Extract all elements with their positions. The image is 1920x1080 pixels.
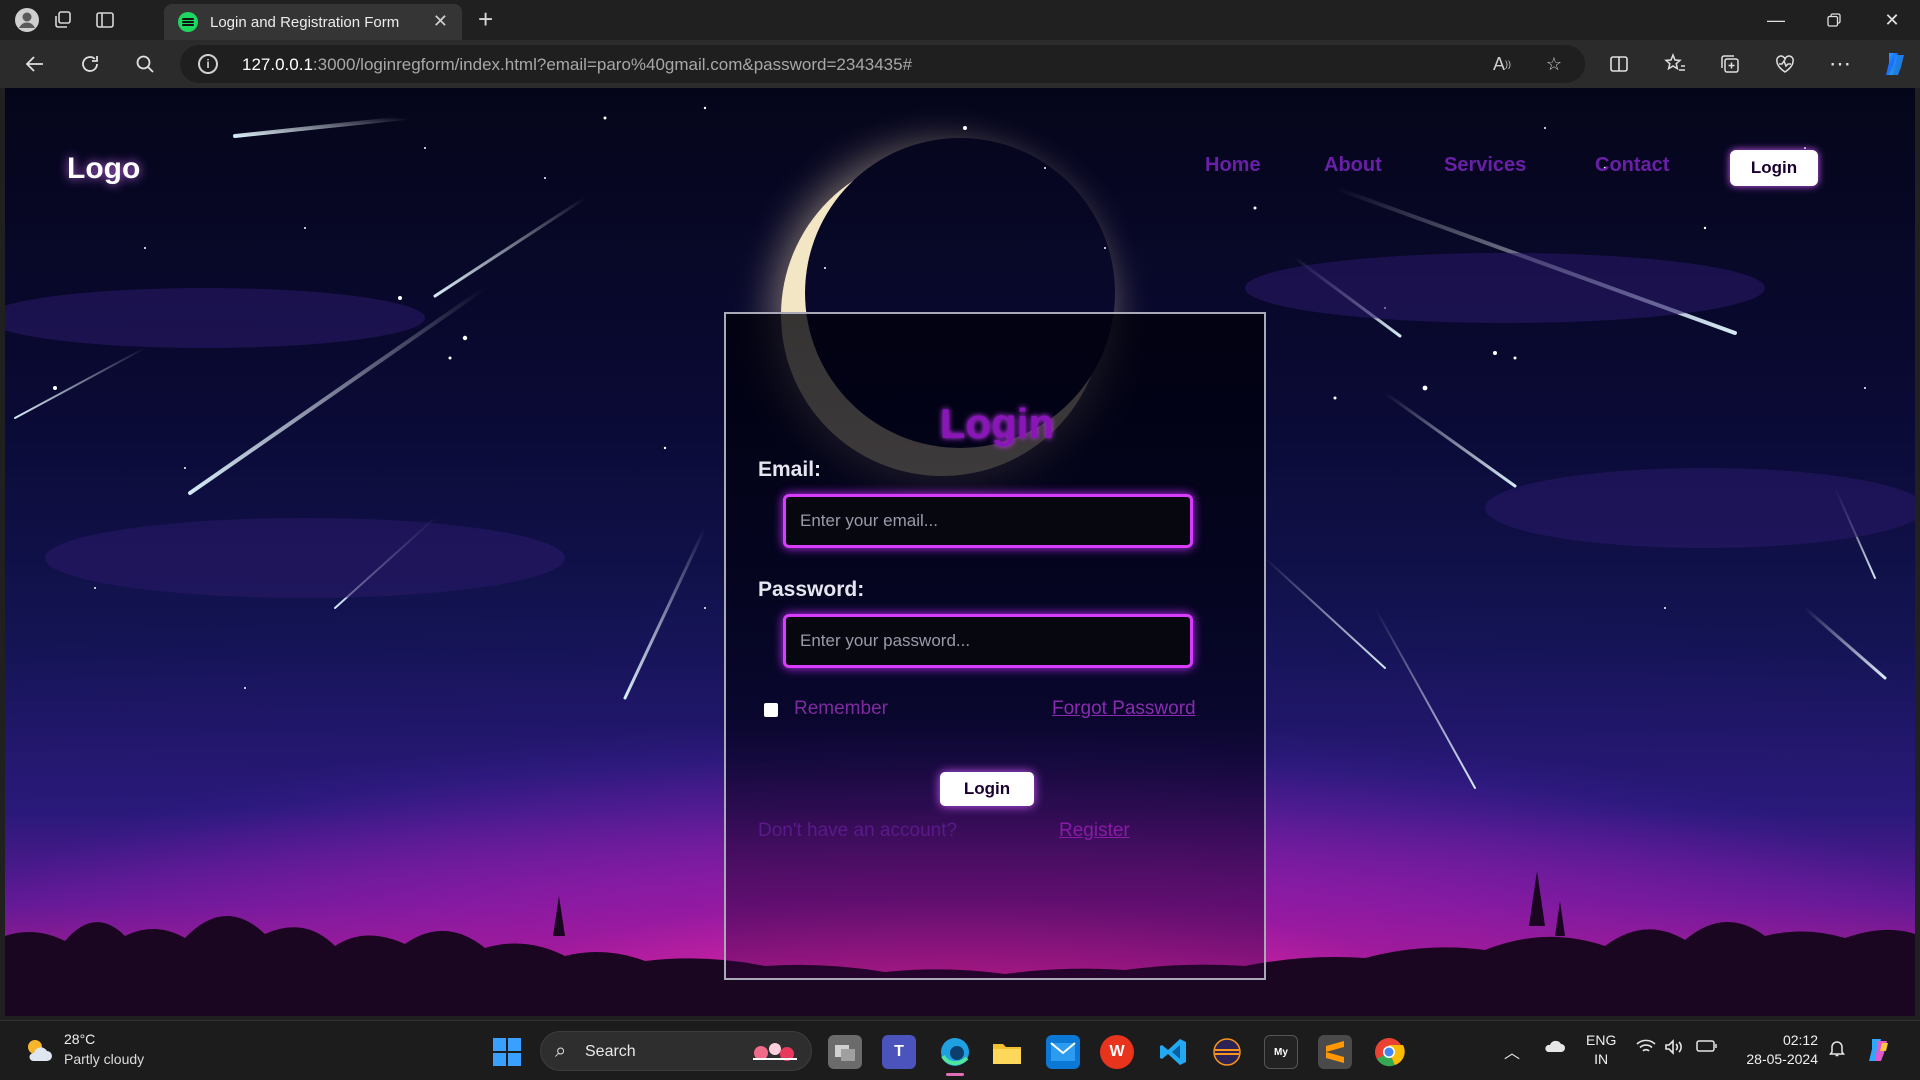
- nav-contact-link[interactable]: Contact: [1595, 154, 1669, 177]
- eclipse-icon[interactable]: [1210, 1035, 1244, 1069]
- back-icon[interactable]: [20, 49, 50, 79]
- read-aloud-icon[interactable]: A)): [1490, 52, 1514, 76]
- no-account-text: Don't have an account?: [758, 820, 958, 841]
- volume-icon[interactable]: [1664, 1039, 1684, 1060]
- url-text[interactable]: 127.0.0.1:3000/loginregform/index.html?e…: [242, 55, 912, 75]
- weather-temperature[interactable]: 28°C: [64, 1031, 95, 1047]
- email-label: Email:: [758, 458, 822, 481]
- sublime-text-icon[interactable]: [1318, 1035, 1352, 1069]
- vscode-icon[interactable]: [1156, 1035, 1190, 1069]
- copilot-icon[interactable]: [1880, 49, 1910, 79]
- teams-icon[interactable]: T: [882, 1035, 916, 1069]
- weather-description[interactable]: Partly cloudy: [64, 1051, 144, 1067]
- wps-office-icon[interactable]: W: [1100, 1035, 1134, 1069]
- onedrive-cloud-icon[interactable]: [1543, 1039, 1565, 1058]
- start-menu-icon[interactable]: [490, 1035, 524, 1069]
- taskbar-search-box[interactable]: ⌕ Search: [540, 1031, 812, 1071]
- favorites-icon[interactable]: [1660, 49, 1690, 79]
- spotify-icon: [178, 12, 198, 32]
- restore-icon[interactable]: [1806, 4, 1862, 36]
- notification-icon[interactable]: [1828, 1039, 1846, 1062]
- password-label: Password:: [758, 578, 865, 601]
- site-logo[interactable]: Logo: [67, 152, 140, 186]
- minimize-icon[interactable]: —: [1748, 4, 1804, 36]
- new-tab-button[interactable]: +: [478, 4, 493, 35]
- remember-label[interactable]: Remember: [794, 698, 888, 720]
- login-form-panel: Login Email: Password: Remember Forgot P…: [724, 312, 1266, 980]
- partly-cloudy-icon[interactable]: [24, 1035, 54, 1065]
- split-screen-icon[interactable]: [1604, 49, 1634, 79]
- forgot-password-link[interactable]: Forgot Password: [1052, 698, 1196, 720]
- battery-icon[interactable]: [1696, 1039, 1718, 1058]
- remember-checkbox[interactable]: [764, 703, 778, 717]
- password-input[interactable]: [783, 614, 1193, 668]
- task-view-icon[interactable]: [828, 1035, 862, 1069]
- show-hidden-icons[interactable]: ︿: [1504, 1039, 1520, 1063]
- favorite-star-icon[interactable]: ☆: [1542, 52, 1566, 76]
- nav-about-link[interactable]: About: [1324, 154, 1382, 177]
- collections-icon[interactable]: [1715, 49, 1745, 79]
- nav-services-link[interactable]: Services: [1444, 154, 1526, 177]
- register-link[interactable]: Register: [1059, 820, 1130, 842]
- system-clock[interactable]: 02:12 28-05-2024: [1738, 1031, 1818, 1069]
- tab-active[interactable]: Login and Registration Form ✕: [164, 4, 462, 40]
- browser-essentials-icon[interactable]: [1770, 49, 1800, 79]
- form-title: Login: [939, 400, 1055, 447]
- mysql-workbench-icon[interactable]: My: [1264, 1035, 1298, 1069]
- search-label: Search: [585, 1043, 636, 1060]
- close-tab-icon[interactable]: ✕: [433, 11, 448, 32]
- close-window-icon[interactable]: ✕: [1864, 4, 1920, 36]
- windows-taskbar: 28°C Partly cloudy ⌕ Search T W My ︿ ENG…: [0, 1020, 1920, 1080]
- active-app-indicator: [946, 1073, 964, 1076]
- search-icon: ⌕: [555, 1040, 567, 1062]
- more-options-icon[interactable]: ⋯: [1825, 49, 1855, 79]
- tab-strip: Login and Registration Form ✕ + — ✕: [0, 0, 1920, 40]
- profile-icon[interactable]: [14, 7, 40, 33]
- search-icon[interactable]: [130, 49, 160, 79]
- browser-window: Login and Registration Form ✕ + — ✕ i 12…: [0, 0, 1920, 1080]
- browser-toolbar: i 127.0.0.1:3000/loginregform/index.html…: [0, 40, 1920, 88]
- page-viewport: Logo Home About Services Contact Login L…: [5, 88, 1915, 1016]
- login-submit-button[interactable]: Login: [940, 772, 1034, 806]
- site-info-icon[interactable]: i: [198, 54, 218, 74]
- nav-home-link[interactable]: Home: [1205, 154, 1261, 177]
- edge-icon[interactable]: [938, 1035, 972, 1069]
- language-indicator[interactable]: ENG IN: [1586, 1031, 1616, 1069]
- email-input[interactable]: [783, 494, 1193, 548]
- tab-title: Login and Registration Form: [210, 14, 400, 31]
- wifi-icon[interactable]: [1636, 1039, 1656, 1060]
- reload-icon[interactable]: [75, 49, 105, 79]
- workspaces-icon[interactable]: [50, 7, 76, 33]
- nav-login-button[interactable]: Login: [1730, 150, 1818, 186]
- chrome-icon[interactable]: [1372, 1035, 1406, 1069]
- tab-actions-icon[interactable]: [92, 7, 118, 33]
- copilot-taskbar-icon[interactable]: [1864, 1035, 1894, 1070]
- address-bar[interactable]: i 127.0.0.1:3000/loginregform/index.html…: [180, 45, 1585, 83]
- search-highlight-icon: [753, 1043, 797, 1061]
- mail-icon[interactable]: [1046, 1035, 1080, 1069]
- file-explorer-icon[interactable]: [990, 1035, 1024, 1069]
